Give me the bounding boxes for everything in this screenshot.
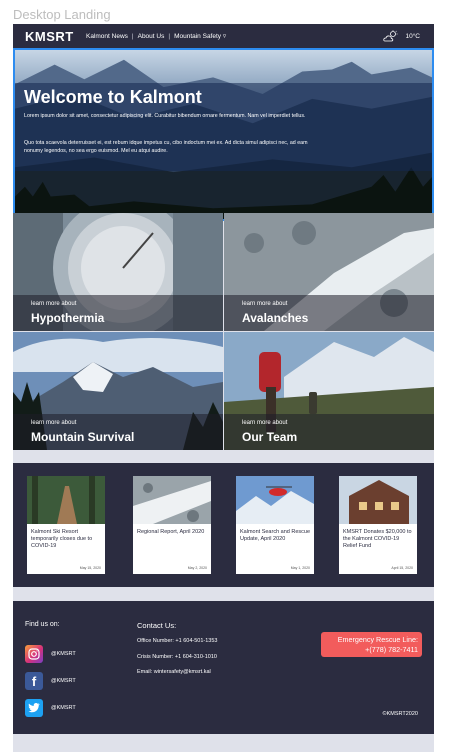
news-card-title: Kalmont Ski Resort temporarily closes du…	[31, 529, 93, 549]
tile-hypothermia[interactable]: learn more about Hypothermia	[13, 213, 223, 331]
social-handle: @KMSRT	[51, 678, 76, 684]
news-card-date: May 2, 2020	[187, 566, 207, 570]
nav-separator: |	[131, 32, 134, 40]
tile-kicker: learn more about	[242, 420, 288, 426]
site-logo[interactable]: KMSRT	[25, 29, 85, 44]
hero-title: Welcome to Kalmont	[24, 87, 202, 107]
ski-lodge-image	[339, 476, 417, 524]
news-card[interactable]: KMSRT Donates $20,000 to the Kalmont COV…	[339, 476, 417, 574]
news-card[interactable]: Regional Report, April 2020 May 2, 2020	[133, 476, 211, 574]
tile-heading: Avalanches	[242, 311, 309, 325]
office-number: Office Number: +1 604-501-1353	[137, 638, 218, 644]
tile-heading: Our Team	[242, 430, 298, 444]
social-handle: @KMSRT	[51, 705, 76, 711]
nav-separator: |	[168, 32, 171, 40]
tile-heading: Hypothermia	[31, 311, 105, 325]
instagram-link[interactable]: @KMSRT	[25, 645, 76, 663]
temperature-readout: 10°C	[405, 32, 420, 40]
forest-path-image	[27, 476, 105, 524]
social-handle: @KMSRT	[51, 651, 76, 657]
news-card-title: Kalmont Search and Rescue Update, April …	[240, 529, 311, 542]
hero-paragraph-1: Lorem ipsum dolor sit amet, consectetur …	[24, 113, 306, 119]
twitter-icon	[25, 699, 43, 717]
news-card-date: April 15, 2020	[391, 566, 413, 570]
tile-mountain-survival[interactable]: learn more about Mountain Survival	[13, 332, 223, 450]
nav-link-about-us[interactable]: About Us	[138, 33, 165, 40]
nav-links: Kalmont News | About Us | Mountain Safet…	[86, 32, 226, 41]
twitter-link[interactable]: @KMSRT	[25, 699, 76, 717]
hero-banner: Welcome to Kalmont Lorem ipsum dolor sit…	[13, 48, 434, 221]
news-card-image	[133, 476, 211, 524]
landing-artboard: KMSRT Kalmont News | About Us | Mountain…	[13, 24, 434, 752]
tile-kicker: learn more about	[242, 301, 288, 307]
news-card-title: Regional Report, April 2020	[137, 529, 205, 535]
rescue-helicopter-image	[236, 476, 314, 524]
partly-cloudy-icon	[383, 30, 398, 42]
hero-paragraph-2: Quo tota scaevola deterruisset ei, est r…	[24, 140, 308, 154]
tile-heading: Mountain Survival	[31, 430, 135, 444]
tile-our-team[interactable]: learn more about Our Team	[224, 332, 434, 450]
emergency-label: Emergency Rescue Line:	[337, 635, 418, 644]
topic-tiles: learn more about Hypothermia learn more …	[13, 213, 434, 450]
find-us-heading: Find us on:	[25, 621, 60, 628]
news-card-image	[339, 476, 417, 524]
snowy-slope-image	[133, 476, 211, 524]
news-card-date: May 15, 2020	[79, 566, 101, 570]
instagram-icon	[25, 645, 43, 663]
news-card-date: May 1, 2020	[290, 566, 310, 570]
frame-label: Desktop Landing	[13, 7, 111, 22]
emergency-number: +(778) 782-7411	[365, 645, 418, 654]
tile-avalanches[interactable]: learn more about Avalanches	[224, 213, 434, 331]
news-card-image	[27, 476, 105, 524]
nav-link-mountain-safety[interactable]: Mountain Safety ▿	[174, 32, 226, 40]
news-card-image	[236, 476, 314, 524]
copyright: ©KMSRT2020	[382, 711, 418, 717]
facebook-icon: f	[25, 672, 43, 690]
emergency-rescue-button[interactable]: Emergency Rescue Line: +(778) 782-7411	[321, 632, 422, 657]
top-nav: KMSRT Kalmont News | About Us | Mountain…	[13, 24, 434, 48]
news-card[interactable]: Kalmont Ski Resort temporarily closes du…	[27, 476, 105, 574]
crisis-number: Crisis Number: +1 604-310-1010	[137, 654, 217, 660]
nav-link-kalmont-news[interactable]: Kalmont News	[86, 33, 128, 40]
contact-heading: Contact Us:	[137, 621, 177, 630]
tile-kicker: learn more about	[31, 301, 77, 307]
news-card-title: KMSRT Donates $20,000 to the Kalmont COV…	[343, 529, 412, 549]
news-card[interactable]: Kalmont Search and Rescue Update, April …	[236, 476, 314, 574]
facebook-link[interactable]: f @KMSRT	[25, 672, 76, 690]
weather-widget: 10°C	[383, 30, 420, 42]
contact-email[interactable]: Email: wintersafety@kmsrt.kal	[137, 669, 211, 675]
site-footer: Find us on: @KMSRT f @KMSRT @KMSRT Conta…	[13, 601, 434, 734]
tile-kicker: learn more about	[31, 420, 77, 426]
news-section: Kalmont Ski Resort temporarily closes du…	[13, 463, 434, 587]
